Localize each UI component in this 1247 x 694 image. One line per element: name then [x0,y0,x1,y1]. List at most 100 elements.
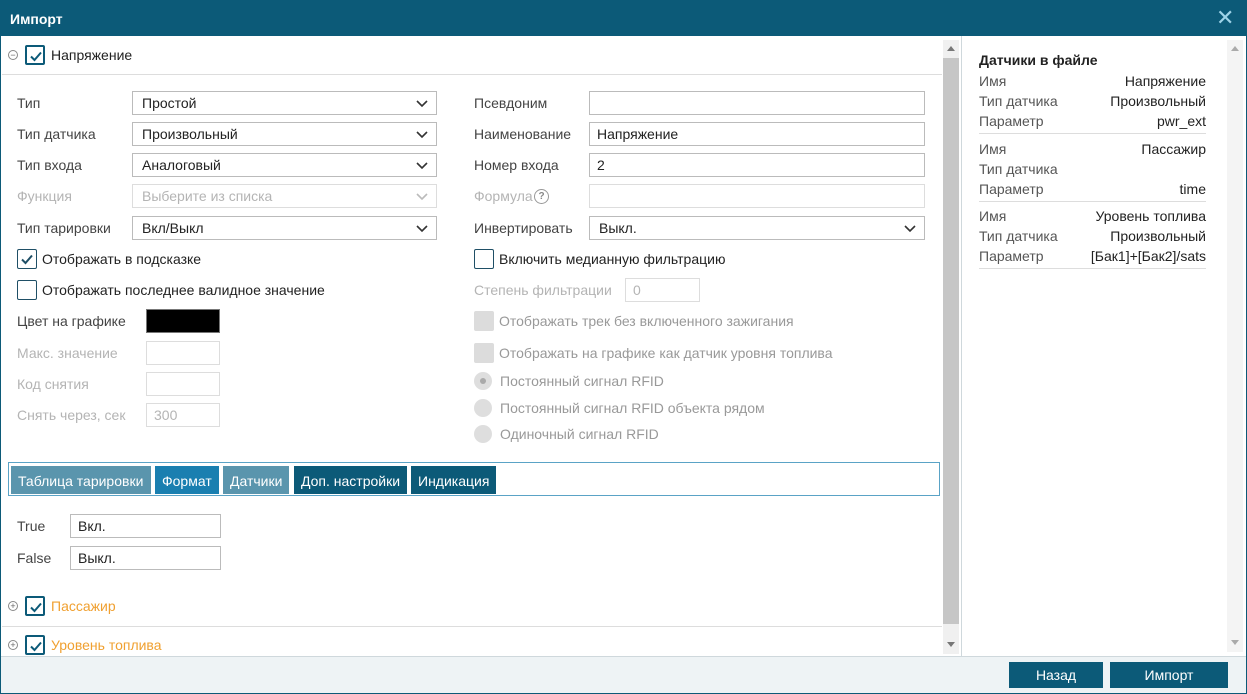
remove-after-label: Снять через, сек [17,407,126,423]
tab-format[interactable]: Формат [155,466,219,494]
section-fuel-level-checkbox[interactable] [25,635,45,655]
help-icon[interactable]: ? [534,189,549,204]
collapse-icon[interactable]: − [8,50,18,60]
tab-sensors[interactable]: Датчики [223,466,289,494]
expand-icon[interactable]: + [8,640,18,650]
input-number-input[interactable]: 2 [589,153,925,177]
section-title: Напряжение [51,47,133,63]
sensor-type-label: Тип датчика [17,126,96,142]
name-input[interactable]: Напряжение [589,122,925,146]
input-number-label: Номер входа [474,157,559,173]
title-bar: Импорт ✕ [1,1,1246,36]
input-type-value: Аналоговый [142,157,221,173]
row-key: Параметр [979,181,1044,197]
sidebar-row: Имя Уровень топлива [979,208,1206,226]
max-value-input [146,341,220,365]
row-value: Пассажир [1141,141,1206,157]
alias-input[interactable] [589,91,925,115]
scroll-down-icon[interactable] [1231,640,1239,645]
chevron-down-icon [416,193,428,201]
function-placeholder: Выберите из списка [142,188,273,204]
show-last-valid-label: Отображать последнее валидное значение [42,282,325,298]
removal-code-input [146,372,220,396]
false-label: False [17,550,52,566]
sidebar-scrollbar[interactable] [1227,40,1243,652]
calibration-type-select[interactable]: Вкл/Выкл [132,216,437,240]
expand-icon[interactable]: + [8,601,18,611]
sidebar-row: Параметр [Бак1]+[Бак2]/sats [979,248,1206,266]
show-in-tooltip-checkbox[interactable] [17,249,37,269]
sidebar-row: Параметр time [979,181,1206,199]
file-sensors-panel: Датчики в файле Имя Напряжение Тип датчик… [961,36,1246,656]
chart-color-swatch[interactable] [146,309,220,333]
sidebar-row: Имя Напряжение [979,73,1206,91]
filter-degree-input: 0 [625,278,700,302]
main-scrollbar[interactable] [943,40,959,654]
section-divider [2,74,942,75]
chevron-down-icon [416,225,428,233]
row-key: Имя [979,141,1007,157]
sidebar-title: Датчики в файле [979,52,1098,68]
input-type-label: Тип входа [17,157,82,173]
remove-after-input: 300 [146,403,220,427]
type-select[interactable]: Простой [132,91,437,115]
function-select: Выберите из списка [132,184,437,208]
show-last-valid-checkbox[interactable] [17,280,37,300]
section-enabled-checkbox[interactable] [25,45,45,65]
sensor-editor-panel: − Напряжение Тип Простой Тип датчика Про… [2,36,959,656]
close-icon[interactable]: ✕ [1216,7,1234,29]
row-value: Произвольный [1110,228,1206,244]
row-key: Имя [979,208,1007,224]
median-filter-label: Включить медианную фильтрацию [499,251,726,267]
alias-label: Псевдоним [474,95,548,111]
import-dialog: Импорт ✕ − Напряжение Тип Простой Тип да… [0,0,1247,694]
tab-calibration-table[interactable]: Таблица тарировки [11,466,151,494]
sidebar-row: Параметр pwr_ext [979,113,1206,131]
row-value: Напряжение [1124,73,1206,89]
scroll-up-icon[interactable] [947,46,955,51]
row-key: Параметр [979,113,1044,129]
fuel-level-chart-checkbox [474,343,494,363]
sidebar-row: Тип датчика Произвольный [979,228,1206,246]
formula-label: Формула [474,188,533,204]
sensor-type-select[interactable]: Произвольный [132,122,437,146]
calibration-type-value: Вкл/Выкл [142,220,204,236]
true-value-input[interactable]: Вкл. [70,514,221,538]
scroll-up-icon[interactable] [1231,46,1239,51]
invert-value: Выкл. [599,220,637,236]
input-type-select[interactable]: Аналоговый [132,153,437,177]
tab-extra-settings[interactable]: Доп. настройки [294,466,407,494]
section-divider [2,626,942,627]
chevron-down-icon [416,162,428,170]
import-button[interactable]: Импорт [1110,662,1228,688]
invert-select[interactable]: Выкл. [589,216,925,240]
median-filter-checkbox[interactable] [474,249,494,269]
dialog-footer: Назад Импорт [1,656,1246,693]
row-key: Параметр [979,248,1044,264]
sensor-type-value: Произвольный [142,126,238,142]
row-value: Произвольный [1110,93,1206,109]
dialog-title: Импорт [10,11,63,27]
chevron-down-icon [904,225,916,233]
sidebar-row: Имя Пассажир [979,141,1206,159]
function-label: Функция [17,188,72,204]
sidebar-divider [979,201,1206,202]
row-key: Тип датчика [979,93,1058,109]
sidebar-row: Тип датчика Произвольный [979,93,1206,111]
row-value: Уровень топлива [1095,208,1207,224]
chart-color-label: Цвет на графике [17,313,126,329]
tab-indication[interactable]: Индикация [411,466,496,494]
section-fuel-level-title[interactable]: Уровень топлива [51,637,162,653]
sidebar-divider [979,133,1206,134]
scroll-down-icon[interactable] [947,642,955,647]
type-label: Тип [17,95,41,111]
filter-degree-label: Степень фильтрации [474,282,612,298]
section-passenger-title[interactable]: Пассажир [51,598,116,614]
back-button[interactable]: Назад [1009,662,1103,688]
section-passenger-checkbox[interactable] [25,596,45,616]
tab-bar: Таблица тарировки Формат Датчики Доп. на… [8,462,940,496]
rfid-constant-radio [474,372,492,390]
false-value-input[interactable]: Выкл. [70,546,221,570]
scroll-thumb[interactable] [943,58,959,624]
row-value: time [1179,181,1206,197]
